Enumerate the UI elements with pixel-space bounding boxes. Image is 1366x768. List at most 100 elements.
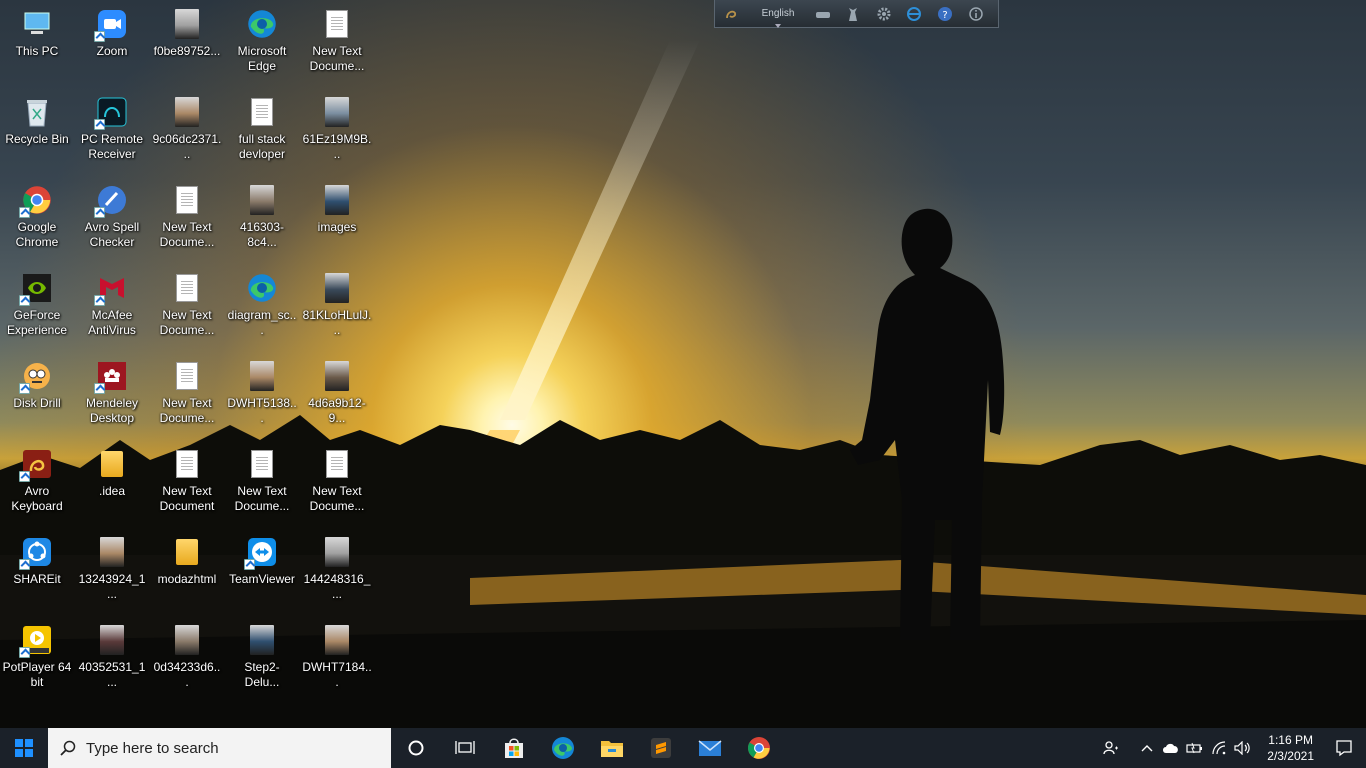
desktop-icon[interactable]: PC Remote Receiver	[75, 90, 149, 162]
recycle-bin-icon	[21, 96, 53, 128]
desktop-icon[interactable]: 9c06dc2371...	[150, 90, 224, 162]
desktop-icon[interactable]: Google Chrome	[0, 178, 74, 250]
volume-icon[interactable]	[1231, 728, 1255, 768]
desktop-icon[interactable]: 144248316_...	[300, 530, 374, 602]
file-explorer-icon	[600, 741, 623, 757]
desktop-icon-label: New Text Docume...	[309, 484, 365, 513]
wifi-icon[interactable]	[1207, 728, 1231, 768]
desktop-icon-label: DWHT7184...	[302, 660, 372, 689]
desktop-icon[interactable]: New Text Docume...	[150, 354, 224, 426]
settings-gear-icon[interactable]	[876, 5, 893, 23]
file-explorer-button[interactable]	[587, 728, 636, 768]
desktop-icon[interactable]: New Text Document	[150, 442, 224, 514]
mail-button[interactable]	[685, 728, 734, 768]
desktop-icon[interactable]: Disk Drill	[0, 354, 74, 411]
desktop-icon-label: 144248316_...	[303, 572, 371, 601]
desktop-icon-label: f0be89752...	[153, 44, 221, 58]
desktop-icon[interactable]: Step2-Delu...	[225, 618, 299, 690]
text-document-icon	[171, 448, 203, 480]
desktop-icon-label: New Text Docume...	[309, 44, 365, 73]
desktop-icon[interactable]: Microsoft Edge	[225, 2, 299, 74]
desktop-icon[interactable]: New Text Docume...	[300, 442, 374, 514]
desktop-icon-label: 416303-8c4...	[239, 220, 285, 249]
task-view-button[interactable]	[440, 728, 489, 768]
desktop-icon[interactable]: Zoom	[75, 2, 149, 59]
desktop-icon[interactable]: New Text Docume...	[150, 178, 224, 250]
desktop-icon[interactable]: Avro Keyboard	[0, 442, 74, 514]
desktop-icon-label: 9c06dc2371...	[152, 132, 222, 161]
desktop-icon[interactable]: diagram_sc...	[225, 266, 299, 338]
desktop-icon-label: Avro Spell Checker	[84, 220, 140, 249]
desktop-icon[interactable]: McAfee AntiVirus	[75, 266, 149, 338]
language-bar[interactable]: English ?	[714, 0, 999, 28]
desktop-icon-label: PotPlayer 64 bit	[2, 660, 72, 689]
desktop-icon[interactable]: f0be89752...	[150, 2, 224, 59]
tools-icon[interactable]	[845, 5, 862, 23]
desktop-icon[interactable]: Avro Spell Checker	[75, 178, 149, 250]
potplayer-icon	[19, 624, 53, 658]
microsoft-store-button[interactable]	[489, 728, 538, 768]
taskbar-clock[interactable]: 1:16 PM 2/3/2021	[1259, 732, 1322, 764]
show-hidden-icons-chevron-icon[interactable]	[1135, 728, 1159, 768]
desktop-icon[interactable]: 13243924_1...	[75, 530, 149, 602]
computer-icon	[21, 8, 53, 40]
image-file-icon	[246, 624, 278, 656]
chrome-icon	[747, 737, 770, 759]
desktop-icon[interactable]: 40352531_1...	[75, 618, 149, 690]
desktop-icon[interactable]: 61Ez19M9B...	[300, 90, 374, 162]
desktop-icon[interactable]: 4d6a9b12-9...	[300, 354, 374, 426]
taskbar-search-box[interactable]: Type here to search	[48, 728, 391, 768]
geforce-icon	[19, 272, 53, 306]
edge-taskbar-button[interactable]	[538, 728, 587, 768]
chrome-taskbar-button[interactable]	[734, 728, 783, 768]
desktop-icon[interactable]: DWHT7184...	[300, 618, 374, 690]
desktop-icon[interactable]: 0d34233d6...	[150, 618, 224, 690]
desktop-icon-label: Zoom	[96, 44, 128, 58]
web-icon[interactable]	[906, 5, 923, 23]
keyboard-layout-icon[interactable]	[814, 5, 831, 23]
language-selector[interactable]: English	[762, 5, 794, 28]
sublime-text-button[interactable]	[636, 728, 685, 768]
about-icon[interactable]	[967, 5, 984, 23]
desktop-icon-label: 81KLoHLulJ...	[302, 308, 372, 337]
desktop-icon-label: New Text Docume...	[159, 220, 215, 249]
image-file-icon	[321, 96, 353, 128]
desktop-icon-label: Google Chrome	[15, 220, 59, 249]
onedrive-cloud-icon[interactable]	[1159, 728, 1183, 768]
desktop-icon-label: modazhtml	[157, 572, 217, 586]
shortcut-arrow-icon	[94, 383, 105, 394]
desktop-icon[interactable]: TeamViewer	[225, 530, 299, 587]
desktop-icon[interactable]: modazhtml	[150, 530, 224, 587]
people-icon[interactable]	[1099, 728, 1123, 768]
desktop-icon[interactable]: Recycle Bin	[0, 90, 74, 147]
avro-logo-icon[interactable]	[723, 5, 740, 23]
help-icon[interactable]: ?	[937, 5, 954, 23]
image-file-icon	[171, 96, 203, 128]
desktop-icon-label: GeForce Experience	[6, 308, 68, 337]
desktop-icon[interactable]: images	[300, 178, 374, 235]
desktop-icon[interactable]: New Text Docume...	[300, 2, 374, 74]
desktop-icon-label: DWHT5138...	[227, 396, 297, 425]
windows-logo-icon	[15, 739, 33, 757]
desktop-icon[interactable]: New Text Docume...	[225, 442, 299, 514]
desktop-icon[interactable]: full stack devloper	[225, 90, 299, 162]
desktop-icon[interactable]: SHAREit	[0, 530, 74, 587]
desktop-icon[interactable]: 416303-8c4...	[225, 178, 299, 250]
desktop-icon[interactable]: GeForce Experience	[0, 266, 74, 338]
desktop-icon[interactable]: 81KLoHLulJ...	[300, 266, 374, 338]
text-document-icon	[321, 448, 353, 480]
desktop-icon[interactable]: PotPlayer 64 bit	[0, 618, 74, 690]
cortana-button[interactable]	[391, 728, 440, 768]
desktop-icon[interactable]: This PC	[0, 2, 74, 59]
shortcut-arrow-icon	[19, 207, 30, 218]
action-center-button[interactable]	[1322, 728, 1366, 768]
desktop-icon[interactable]: DWHT5138...	[225, 354, 299, 426]
desktop-icon[interactable]: Mendeley Desktop	[75, 354, 149, 426]
shareit-icon	[19, 536, 53, 570]
battery-icon[interactable]	[1183, 728, 1207, 768]
text-document-icon	[171, 184, 203, 216]
desktop-icon[interactable]: .idea	[75, 442, 149, 499]
start-button[interactable]	[0, 728, 48, 768]
desktop-icon[interactable]: New Text Docume...	[150, 266, 224, 338]
pc-remote-icon	[94, 96, 128, 130]
